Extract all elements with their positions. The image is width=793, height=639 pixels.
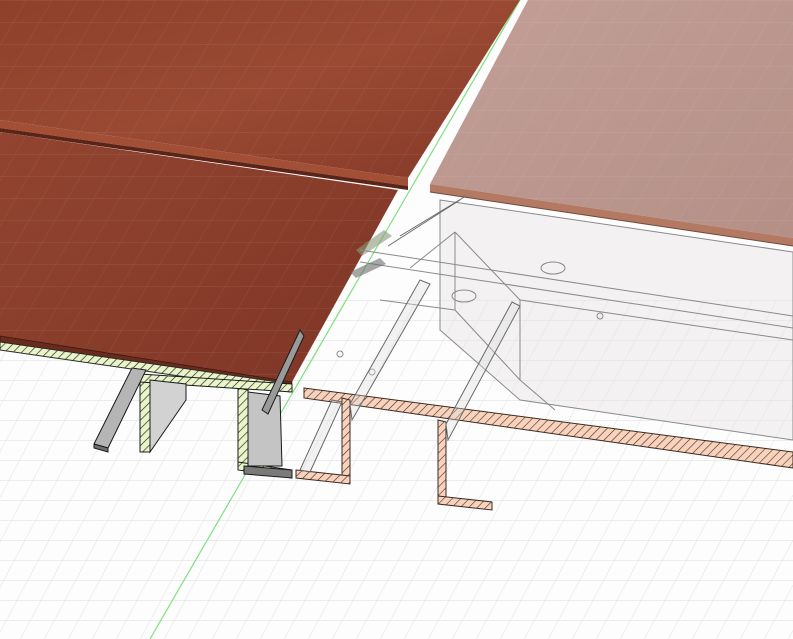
floor-tile-section-scene: [0, 0, 793, 639]
cad-3d-viewport[interactable]: [0, 0, 793, 639]
